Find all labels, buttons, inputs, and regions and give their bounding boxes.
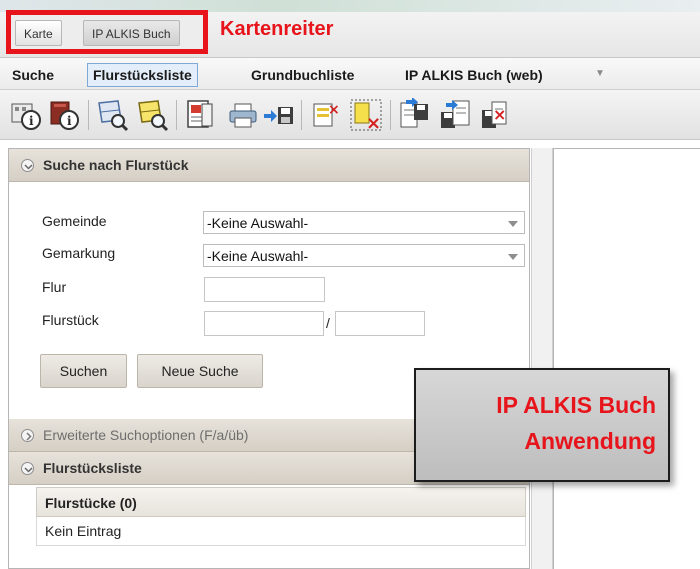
chevron-down-icon[interactable] xyxy=(508,254,518,260)
search-parcel-yellow-icon[interactable] xyxy=(136,98,170,132)
toolbar: i i × × × xyxy=(0,90,700,140)
info-building-icon[interactable]: i xyxy=(10,98,44,132)
list-item-label: Kein Eintrag xyxy=(45,523,122,539)
svg-text:×: × xyxy=(493,105,506,124)
gemarkung-label: Gemarkung xyxy=(42,245,116,261)
section-title: Suche nach Flurstück xyxy=(43,157,189,173)
menu-item-grundbuchliste[interactable]: Grundbuchliste xyxy=(251,64,354,86)
flur-label: Flur xyxy=(42,279,67,295)
tab-ip-alkis-buch[interactable]: IP ALKIS Buch xyxy=(83,20,180,46)
application-annotation-callout: IP ALKIS Buch Anwendung xyxy=(414,368,670,482)
section-title: Erweiterte Suchoptionen (F/a/üb) xyxy=(43,427,249,443)
tab-highlight-frame: Karte IP ALKIS Buch xyxy=(6,10,208,54)
gemarkung-value: -Keine Auswahl- xyxy=(207,248,309,264)
toolbar-separator xyxy=(176,100,177,130)
map-view-panel[interactable] xyxy=(553,148,700,569)
search-button[interactable]: Suchen xyxy=(40,354,127,388)
gemarkung-select[interactable]: -Keine Auswahl- xyxy=(203,244,525,267)
flurstueck-number-input[interactable] xyxy=(204,311,324,336)
menu-bar: Suche Flurstücksliste Grundbuchliste IP … xyxy=(0,58,700,90)
search-panel: Suche nach Flurstück Gemeinde -Keine Aus… xyxy=(8,148,530,569)
annotation-line-2: Anwendung xyxy=(524,428,656,454)
section-title: Flurstücksliste xyxy=(43,460,142,476)
remove-entry-icon[interactable]: × xyxy=(309,98,343,132)
menu-item-flurstuecksliste[interactable]: Flurstücksliste xyxy=(87,63,198,87)
print-icon[interactable] xyxy=(226,98,260,132)
expand-chevron-icon[interactable] xyxy=(21,429,34,442)
delete-list-icon[interactable]: × xyxy=(478,98,512,132)
toolbar-separator xyxy=(301,100,302,130)
collapse-chevron-icon[interactable] xyxy=(21,462,34,475)
menu-item-ip-alkis-buch-web[interactable]: IP ALKIS Buch (web) xyxy=(405,64,543,86)
list-column-header[interactable]: Flurstücke (0) xyxy=(36,487,526,517)
info-book-icon[interactable]: i xyxy=(48,98,82,132)
tab-karte[interactable]: Karte xyxy=(15,20,62,46)
search-parcel-icon[interactable] xyxy=(96,98,130,132)
tab-annotation-label: Kartenreiter xyxy=(220,18,334,40)
flurstueck-label: Flurstück xyxy=(42,312,99,328)
panel-splitter[interactable] xyxy=(531,148,553,569)
svg-text:i: i xyxy=(67,114,72,128)
gemeinde-select[interactable]: -Keine Auswahl- xyxy=(203,211,525,234)
flurstueck-denominator-input[interactable] xyxy=(335,311,425,336)
svg-text:×: × xyxy=(328,102,340,118)
import-list-icon[interactable] xyxy=(398,97,432,132)
menu-item-suche[interactable]: Suche xyxy=(12,64,54,86)
flur-input[interactable] xyxy=(204,277,325,302)
report-icon[interactable] xyxy=(184,98,218,132)
column-header-label: Flurstücke (0) xyxy=(45,495,137,511)
dropdown-arrow-icon[interactable]: ▼ xyxy=(595,68,605,79)
export-list-icon[interactable] xyxy=(438,98,472,132)
collapse-chevron-icon[interactable] xyxy=(21,159,34,172)
save-arrow-icon[interactable] xyxy=(262,98,296,132)
gemeinde-value: -Keine Auswahl- xyxy=(207,215,309,231)
toolbar-separator xyxy=(88,100,89,130)
clear-selection-icon[interactable]: × xyxy=(349,98,383,134)
svg-text:×: × xyxy=(366,113,381,132)
new-search-button[interactable]: Neue Suche xyxy=(137,354,263,388)
toolbar-separator xyxy=(390,100,391,130)
tab-bar: Karte IP ALKIS Buch Kartenreiter xyxy=(0,0,700,58)
chevron-down-icon[interactable] xyxy=(508,221,518,227)
annotation-line-1: IP ALKIS Buch xyxy=(496,392,656,418)
flurstueck-separator: / xyxy=(326,315,330,331)
svg-text:i: i xyxy=(29,114,34,128)
list-item[interactable]: Kein Eintrag xyxy=(36,517,526,546)
gemeinde-label: Gemeinde xyxy=(42,213,107,229)
section-header-suche[interactable]: Suche nach Flurstück xyxy=(9,149,529,182)
